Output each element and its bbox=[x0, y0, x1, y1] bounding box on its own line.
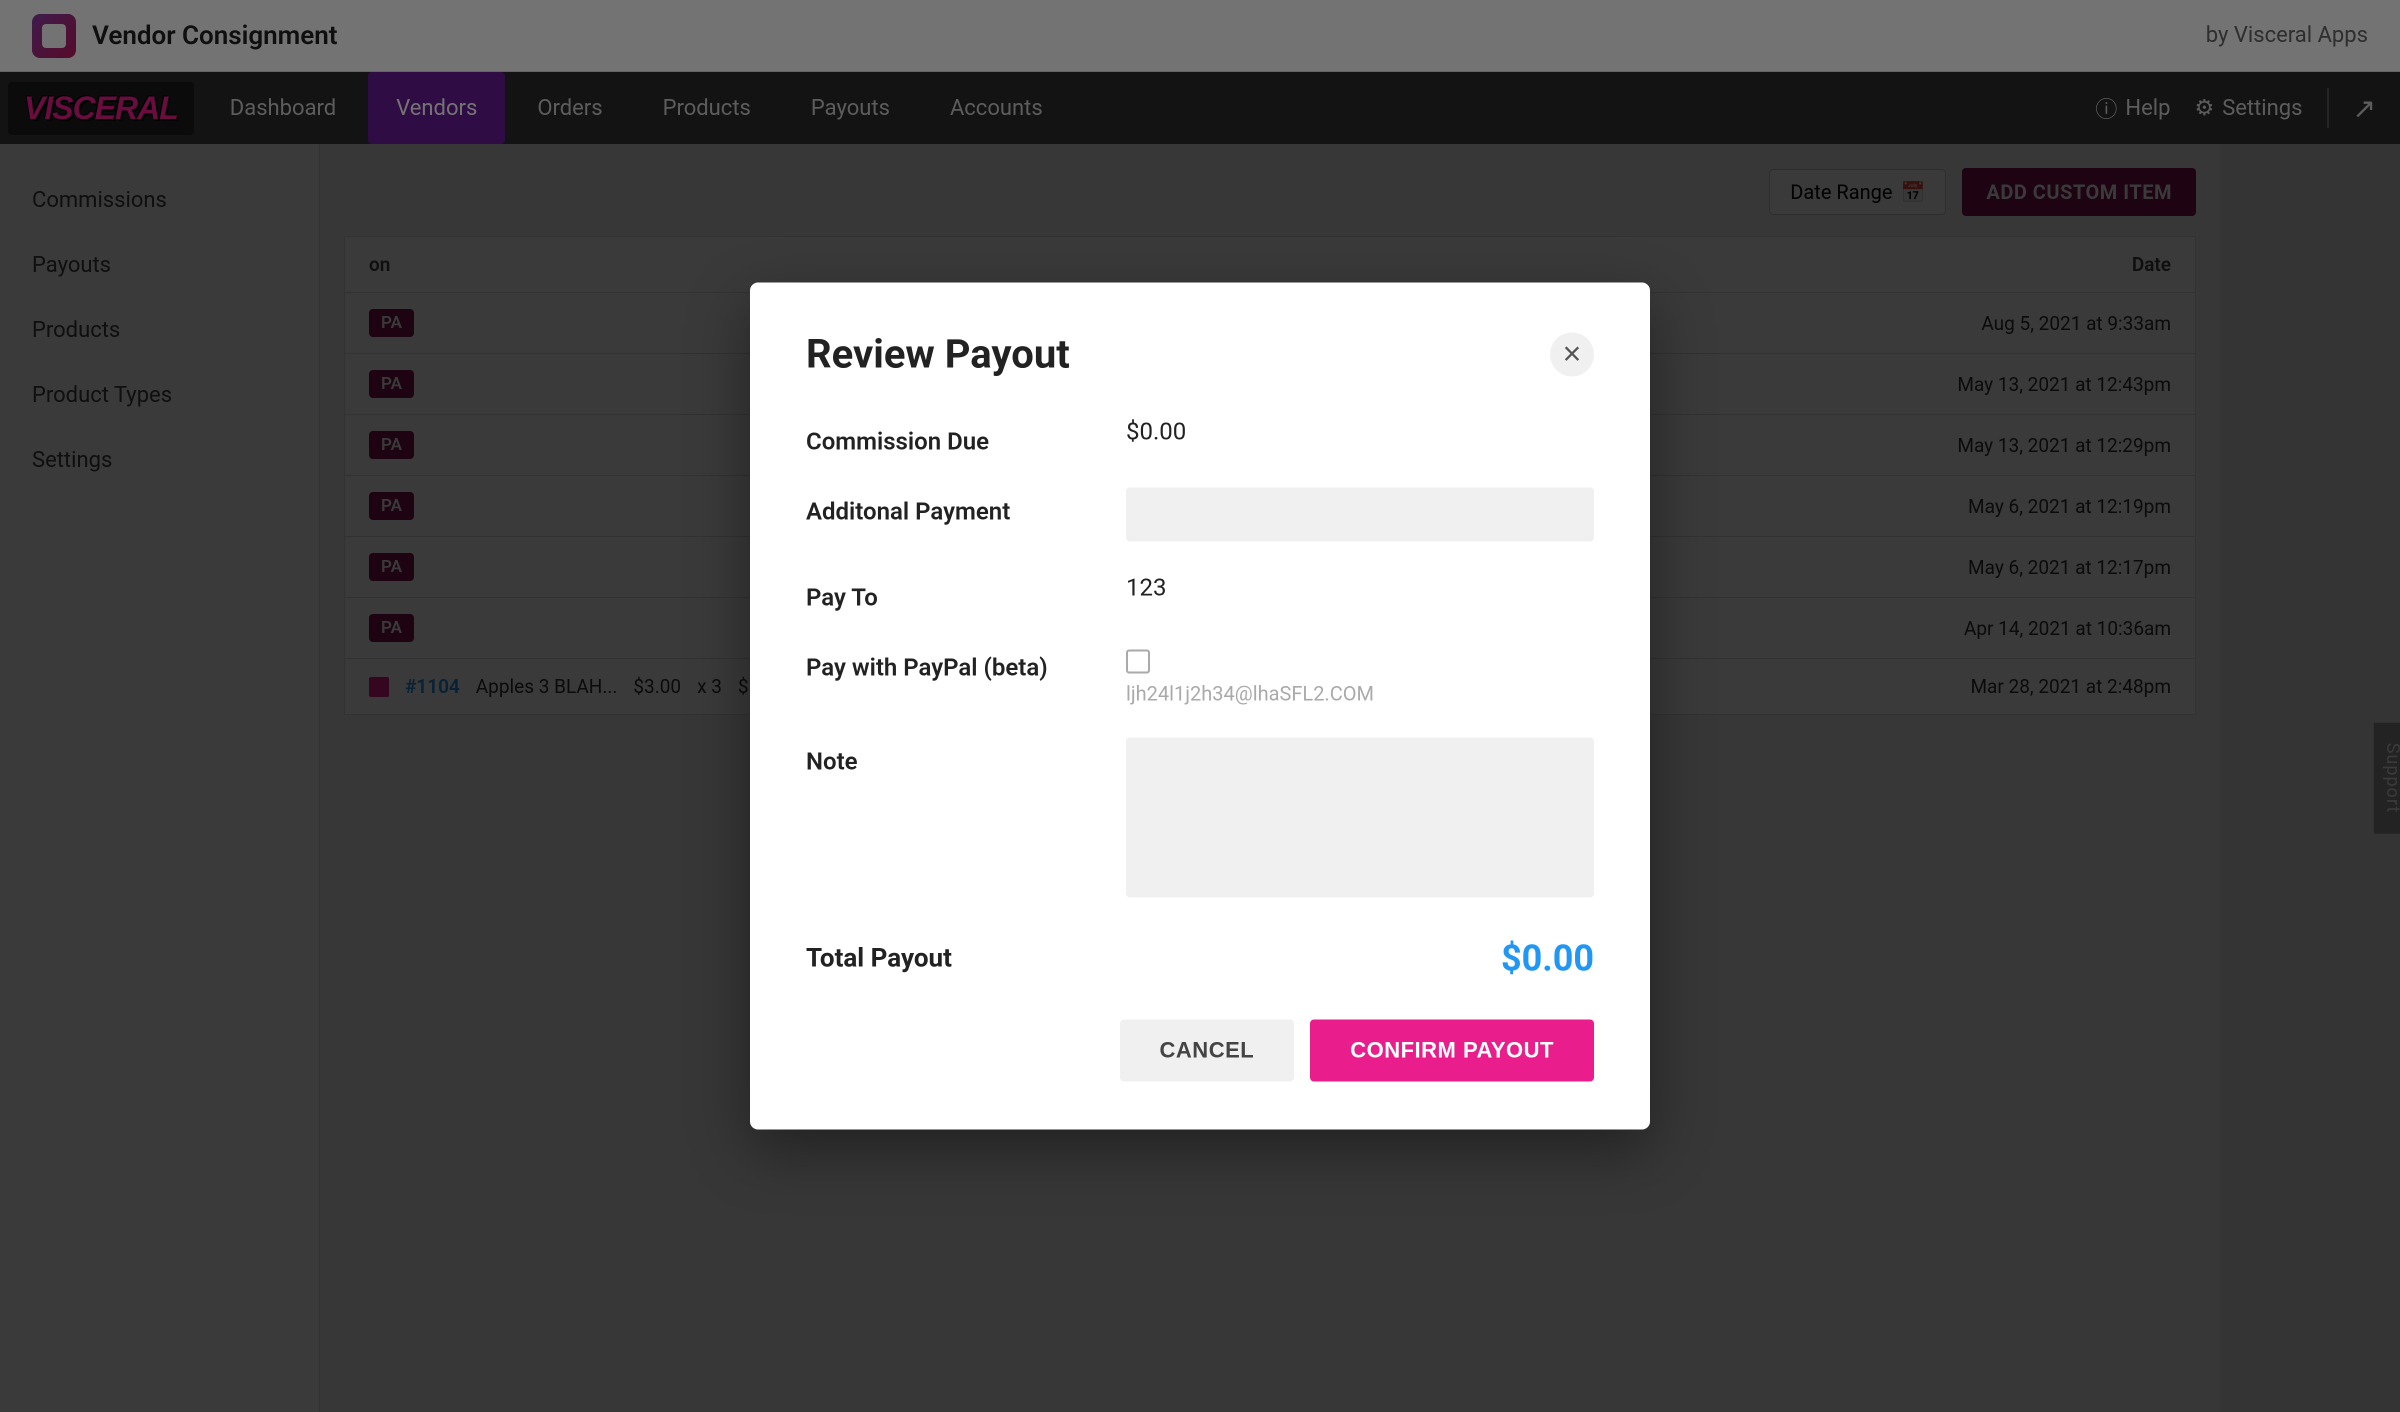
additional-payment-input[interactable] bbox=[1126, 488, 1594, 542]
note-label: Note bbox=[806, 738, 1086, 776]
confirm-payout-button[interactable]: CONFIRM PAYOUT bbox=[1310, 1020, 1594, 1082]
modal-header: Review Payout × bbox=[806, 331, 1594, 378]
pay-to-row: Pay To 123 bbox=[806, 574, 1594, 612]
total-payout-row: Total Payout $0.00 bbox=[806, 930, 1594, 980]
total-payout-label: Total Payout bbox=[806, 944, 952, 974]
pay-to-label: Pay To bbox=[806, 574, 1086, 612]
paypal-email: ljh24l1j2h34@lhaSFL2.COM bbox=[1126, 682, 1374, 706]
modal-title: Review Payout bbox=[806, 331, 1070, 378]
commission-due-row: Commission Due $0.00 bbox=[806, 418, 1594, 456]
cancel-button[interactable]: CANCEL bbox=[1120, 1020, 1295, 1082]
note-textarea[interactable] bbox=[1126, 738, 1594, 898]
commission-due-value: $0.00 bbox=[1126, 418, 1594, 446]
additional-payment-row: Additonal Payment bbox=[806, 488, 1594, 542]
review-payout-modal: Review Payout × Commission Due $0.00 Add… bbox=[750, 283, 1650, 1130]
paypal-checkbox[interactable] bbox=[1126, 650, 1150, 674]
pay-with-paypal-row: Pay with PayPal (beta) ljh24l1j2h34@lhaS… bbox=[806, 644, 1594, 706]
paypal-checkbox-wrapper: ljh24l1j2h34@lhaSFL2.COM bbox=[1126, 644, 1374, 706]
modal-close-button[interactable]: × bbox=[1550, 332, 1594, 376]
total-payout-value: $0.00 bbox=[1501, 938, 1594, 980]
pay-to-value: 123 bbox=[1126, 574, 1594, 602]
note-row: Note bbox=[806, 738, 1594, 898]
commission-due-label: Commission Due bbox=[806, 418, 1086, 456]
additional-payment-label: Additonal Payment bbox=[806, 488, 1086, 526]
pay-with-paypal-label: Pay with PayPal (beta) bbox=[806, 644, 1086, 682]
modal-footer: CANCEL CONFIRM PAYOUT bbox=[806, 1020, 1594, 1082]
